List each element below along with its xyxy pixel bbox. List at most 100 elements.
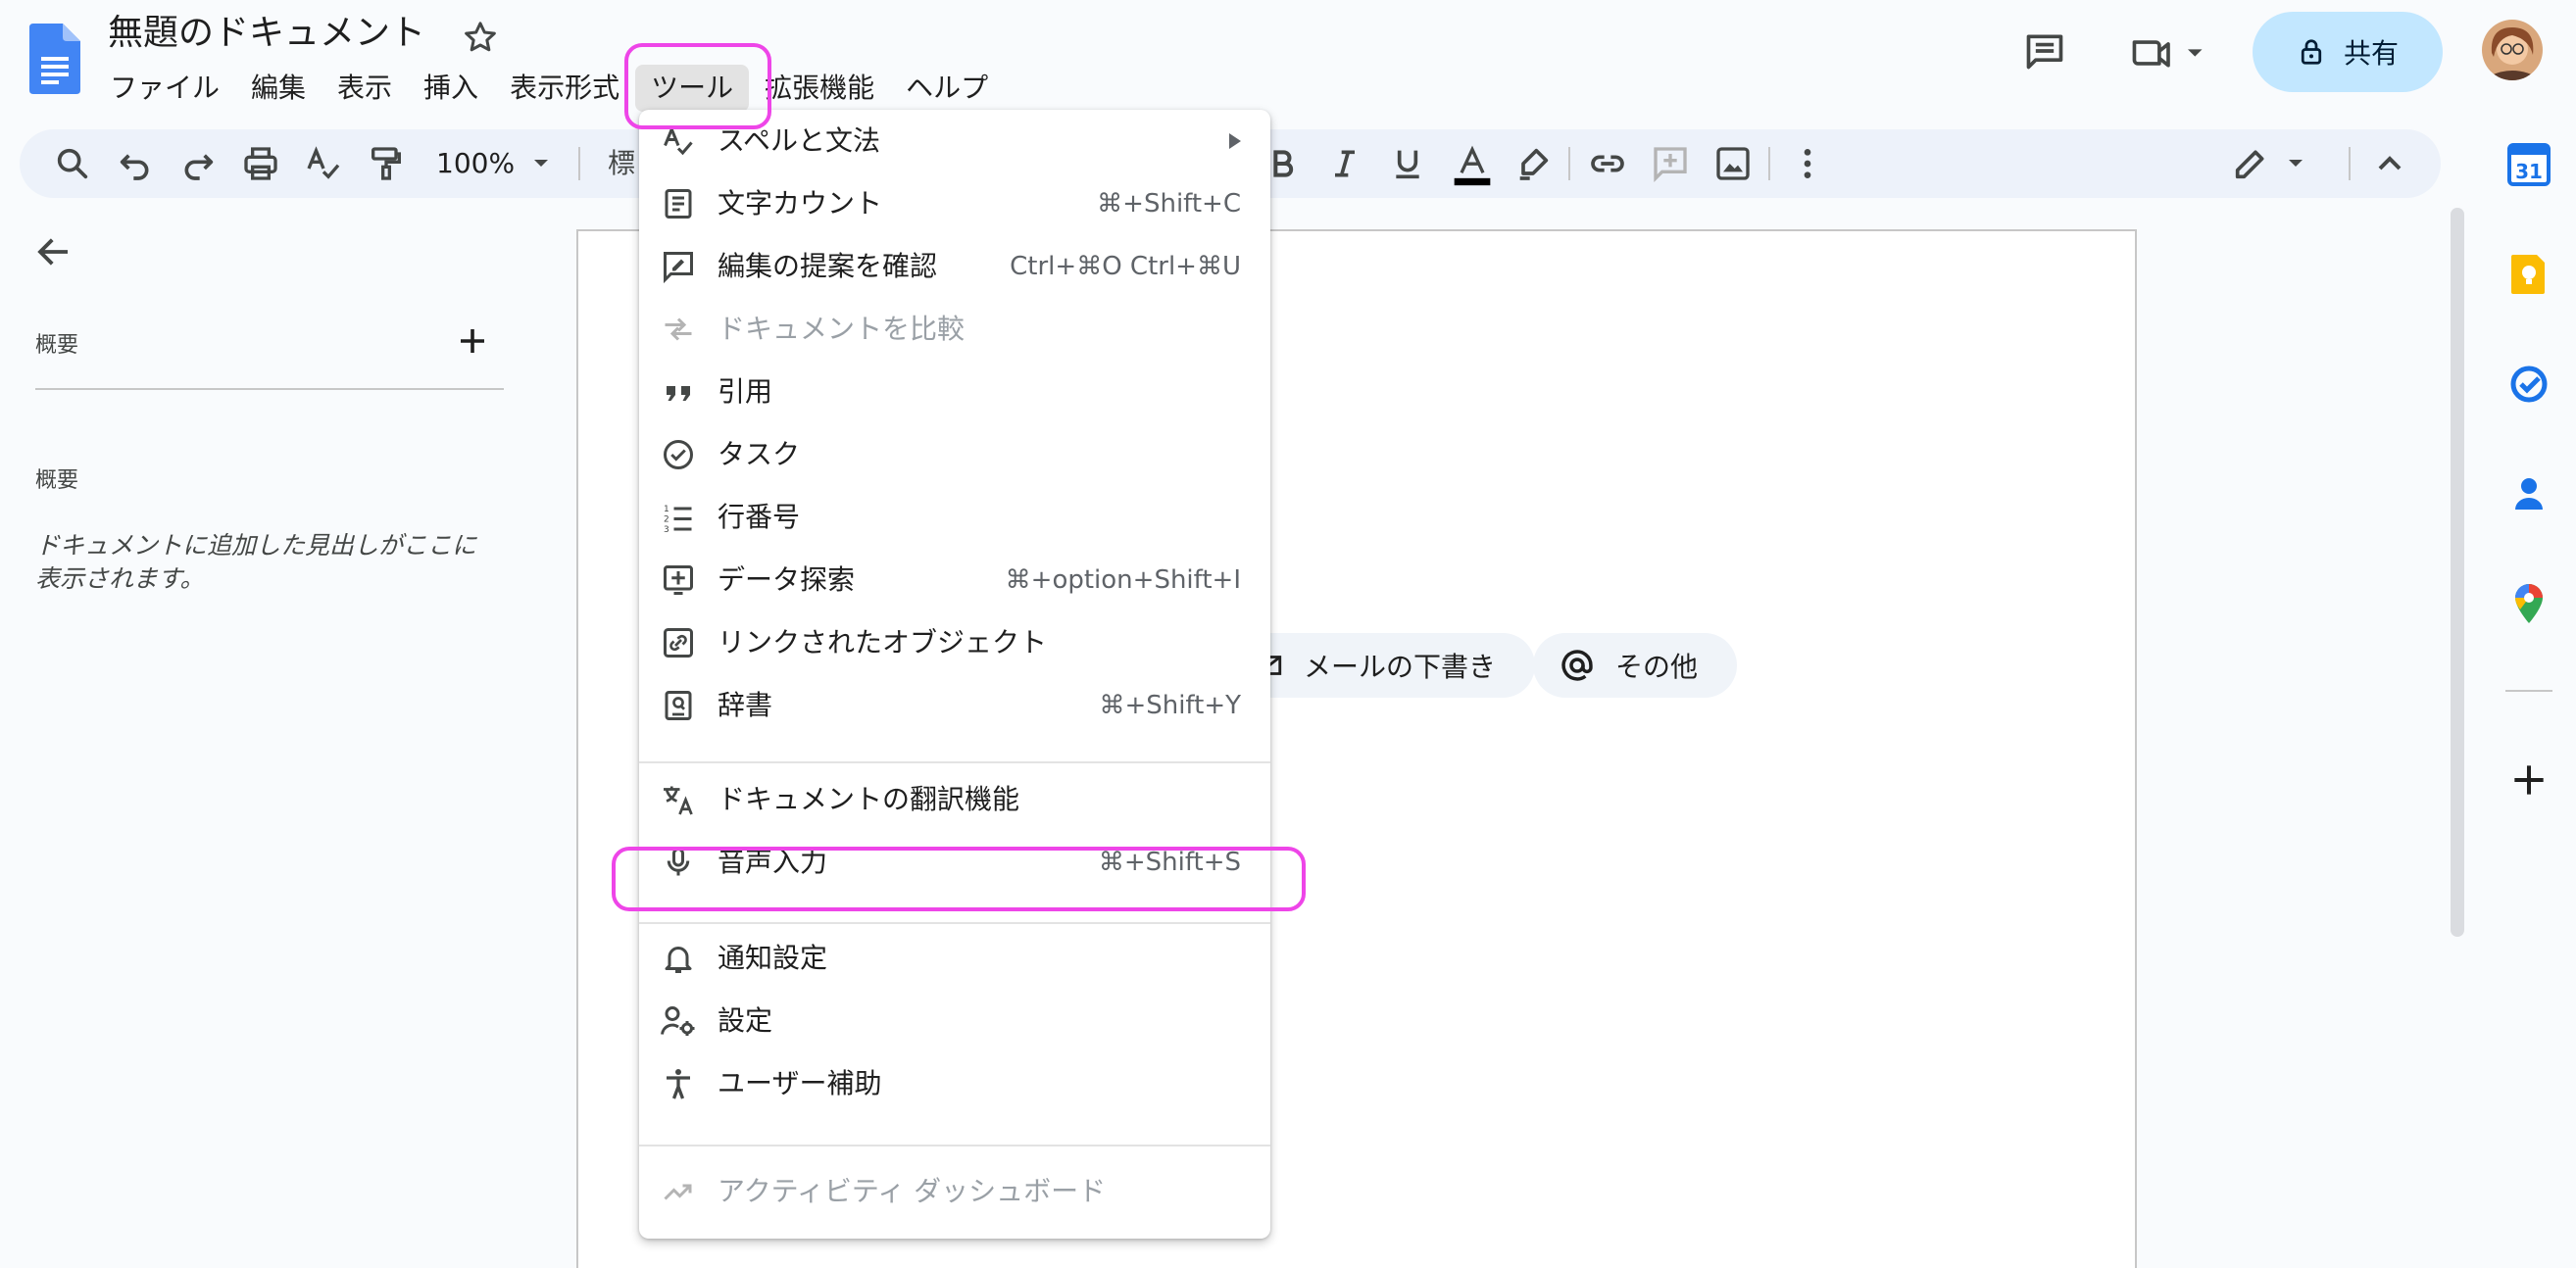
- menu-separator: [639, 1145, 1270, 1146]
- svg-text:1: 1: [664, 505, 669, 514]
- print-icon[interactable]: [241, 144, 280, 183]
- more-options-icon[interactable]: [1788, 144, 1827, 183]
- menu-format[interactable]: 表示形式: [494, 65, 635, 112]
- menu-item-label: 文字カウント: [718, 187, 883, 219]
- menu-view[interactable]: 表示: [322, 65, 408, 112]
- editing-mode-icon[interactable]: [2231, 144, 2270, 183]
- tasks-icon[interactable]: [2507, 363, 2551, 406]
- line-numbers-icon: 123: [661, 500, 696, 535]
- menu-item-shortcut: ⌘+Shift+Y: [1099, 691, 1241, 720]
- italic-icon[interactable]: [1325, 144, 1364, 183]
- menu-item-label: ユーザー補助: [718, 1067, 882, 1099]
- highlight-color-icon[interactable]: [1513, 144, 1553, 183]
- menu-item-label: タスク: [718, 438, 801, 470]
- menu-item-label: スペルと文法: [718, 124, 881, 157]
- menu-item-translate-document[interactable]: ドキュメントの翻訳機能: [639, 768, 1270, 831]
- menu-item-label: 設定: [718, 1004, 773, 1037]
- docs-logo-icon[interactable]: [29, 24, 80, 94]
- menu-item-word-count[interactable]: 文字カウント ⌘+Shift+C: [639, 172, 1270, 235]
- paint-format-icon[interactable]: [367, 144, 406, 183]
- document-title[interactable]: 無題のドキュメント: [108, 10, 425, 57]
- spellcheck-icon: [661, 123, 696, 159]
- settings-icon: [661, 1003, 696, 1039]
- insert-link-icon[interactable]: [1588, 144, 1627, 183]
- at-icon: [1561, 650, 1593, 681]
- mail-draft-label: メールの下書き: [1304, 651, 1497, 683]
- review-edits-icon: [661, 249, 696, 284]
- menu-item-accessibility[interactable]: ユーザー補助: [639, 1052, 1270, 1115]
- bell-icon: [661, 941, 696, 976]
- menu-separator: [639, 922, 1270, 924]
- chevron-down-icon[interactable]: [529, 151, 553, 174]
- redo-icon[interactable]: [178, 144, 218, 183]
- linked-objects-icon: [661, 625, 696, 660]
- menu-item-shortcut: ⌘+option+Shift+I: [1005, 565, 1241, 595]
- menu-help[interactable]: ヘルプ: [890, 65, 1004, 112]
- calendar-icon[interactable]: 31: [2507, 143, 2551, 186]
- menu-item-label: データ探索: [718, 563, 856, 596]
- menu-item-notification-settings[interactable]: 通知設定: [639, 927, 1270, 990]
- toolbar-divider: [2349, 147, 2351, 180]
- menu-item-linked-objects[interactable]: リンクされたオブジェクト: [639, 611, 1270, 674]
- menu-item-label: 通知設定: [718, 942, 828, 974]
- scrollbar[interactable]: [2451, 208, 2464, 937]
- svg-text:3: 3: [664, 525, 669, 535]
- hide-menus-icon[interactable]: [2370, 144, 2409, 183]
- insert-image-icon[interactable]: [1713, 144, 1753, 183]
- chevron-down-icon[interactable]: [2284, 151, 2307, 174]
- outline-divider: [35, 388, 504, 390]
- menu-item-label: リンクされたオブジェクト: [718, 626, 1048, 658]
- search-menus-icon[interactable]: [53, 144, 92, 183]
- lock-icon: [2301, 39, 2322, 65]
- menu-item-voice-typing[interactable]: 音声入力 ⌘+Shift+S: [639, 831, 1270, 894]
- mail-draft-chip[interactable]: メールの下書き: [1225, 633, 1536, 698]
- maps-icon[interactable]: [2507, 582, 2551, 625]
- more-building-blocks-chip[interactable]: その他: [1533, 633, 1738, 698]
- paragraph-style-select[interactable]: 標: [608, 142, 635, 185]
- menu-item-tasks[interactable]: タスク: [639, 423, 1270, 486]
- menu-item-line-numbers[interactable]: 123 行番号: [639, 486, 1270, 549]
- task-icon: [661, 437, 696, 472]
- menu-item-label: ドキュメントを比較: [718, 313, 966, 345]
- svg-text:2: 2: [664, 515, 669, 525]
- star-icon[interactable]: [461, 18, 500, 57]
- menu-edit[interactable]: 編集: [235, 65, 322, 112]
- comment-history-icon[interactable]: [2023, 29, 2066, 73]
- menu-item-label: 辞書: [718, 689, 773, 721]
- menu-item-shortcut: ⌘+Shift+S: [1098, 848, 1241, 877]
- underline-icon[interactable]: [1388, 144, 1427, 183]
- menu-item-dictionary[interactable]: 辞書 ⌘+Shift+Y: [639, 674, 1270, 737]
- add-summary-icon[interactable]: [455, 323, 490, 359]
- toolbar-divider: [578, 147, 580, 180]
- close-outline-icon[interactable]: [33, 231, 74, 272]
- spellcheck-icon[interactable]: [304, 144, 343, 183]
- microphone-icon: [661, 845, 696, 880]
- menu-extensions[interactable]: 拡張機能: [749, 65, 890, 112]
- zoom-select[interactable]: 100%: [436, 142, 515, 185]
- menu-item-shortcut: ⌘+Shift+C: [1097, 189, 1241, 219]
- menu-item-citations[interactable]: 引用: [639, 361, 1270, 423]
- menu-file[interactable]: ファイル: [94, 65, 235, 112]
- menu-item-compare-documents: ドキュメントを比較: [639, 298, 1270, 361]
- menu-item-label: 引用: [718, 375, 773, 408]
- menu-item-spelling-grammar[interactable]: スペルと文法: [639, 110, 1270, 172]
- menu-item-review-suggested-edits[interactable]: 編集の提案を確認 Ctrl+⌘O Ctrl+⌘U: [639, 235, 1270, 298]
- menu-tools[interactable]: ツール: [635, 65, 750, 112]
- add-comment-icon[interactable]: [1651, 144, 1690, 183]
- svg-text:31: 31: [2515, 160, 2543, 183]
- keep-icon[interactable]: [2507, 253, 2551, 296]
- get-addons-icon[interactable]: [2507, 758, 2551, 802]
- avatar[interactable]: [2482, 20, 2543, 80]
- menu-item-explore[interactable]: データ探索 ⌘+option+Shift+I: [639, 549, 1270, 611]
- menu-insert[interactable]: 挿入: [408, 65, 494, 112]
- share-button[interactable]: 共有: [2253, 12, 2443, 92]
- menu-item-label: 音声入力: [718, 846, 828, 878]
- undo-icon[interactable]: [116, 144, 155, 183]
- word-count-icon: [661, 186, 696, 221]
- menu-item-preferences[interactable]: 設定: [639, 990, 1270, 1052]
- outline-hint: ドキュメントに追加した見出しがここに表示されます。: [35, 531, 477, 593]
- text-color-icon[interactable]: [1451, 144, 1491, 186]
- meet-icon[interactable]: [2129, 31, 2207, 74]
- contacts-icon[interactable]: [2507, 472, 2551, 515]
- toolbar-divider: [1568, 147, 1570, 180]
